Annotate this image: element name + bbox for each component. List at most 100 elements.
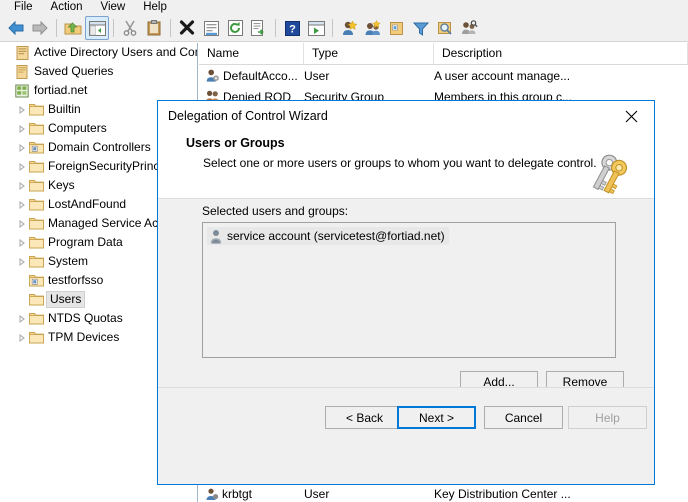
chevron-right-icon[interactable]: [16, 176, 28, 195]
dialog-subtext: Select one or more users or groups to wh…: [203, 156, 597, 170]
table-row[interactable]: krbtgt User Key Distribution Center ...: [199, 486, 688, 502]
sidebar-item-label: Builtin: [48, 102, 81, 116]
show-hide-console-tree-icon[interactable]: [85, 16, 109, 40]
column-header-type[interactable]: Type: [304, 43, 434, 64]
folder-icon: [28, 254, 44, 270]
sidebar-item-label: Users: [46, 291, 86, 308]
delete-icon[interactable]: [175, 16, 199, 40]
chevron-right-icon[interactable]: [16, 233, 28, 252]
new-user-icon[interactable]: [337, 16, 361, 40]
sidebar-item-label: NTDS Quotas: [48, 311, 123, 325]
folder-icon: [28, 197, 44, 213]
toolbar-separator: [56, 19, 57, 37]
sidebar-item-label: Active Directory Users and Computers: [34, 45, 197, 59]
dialog-title-bar[interactable]: Delegation of Control Wizard: [158, 101, 654, 131]
dialog-footer: < Back Next > Cancel Help: [158, 387, 654, 448]
cell-name: krbtgt: [222, 487, 253, 501]
menu-item-file[interactable]: File: [6, 1, 43, 15]
sidebar-item-label: Program Data: [48, 235, 123, 249]
run-icon[interactable]: [304, 16, 328, 40]
cell-type: User: [304, 68, 330, 83]
list-item-label: service account (servicetest@fortiad.net…: [227, 229, 445, 243]
column-header-name[interactable]: Name: [199, 43, 304, 64]
folder-icon: [28, 330, 44, 346]
chevron-right-icon[interactable]: [16, 328, 28, 347]
ou-icon: [28, 140, 44, 156]
sidebar-item-label: Keys: [48, 178, 75, 192]
chevron-right-icon[interactable]: [16, 138, 28, 157]
column-header-description[interactable]: Description: [434, 43, 688, 64]
sidebar-item-label: Computers: [48, 121, 107, 135]
svg-text:?: ?: [289, 23, 296, 35]
list-item[interactable]: service account (servicetest@fortiad.net…: [207, 227, 449, 245]
toolbar-separator: [170, 19, 171, 37]
back-button[interactable]: < Back: [325, 406, 404, 429]
sidebar-item-active-directory-users-and-computers[interactable]: Active Directory Users and Computers: [0, 43, 197, 62]
new-group-icon[interactable]: [361, 16, 385, 40]
forward-arrow-icon[interactable]: [28, 16, 52, 40]
user-icon: [205, 68, 220, 83]
console-root-icon: [14, 45, 30, 61]
cell-name: DefaultAcco...: [223, 68, 298, 83]
toolbar-separator: [332, 19, 333, 37]
sidebar-item-label: LostAndFound: [48, 197, 127, 211]
sidebar-item-saved-queries[interactable]: Saved Queries: [0, 62, 197, 81]
sidebar-item-label: TPM Devices: [48, 330, 120, 344]
back-arrow-icon[interactable]: [4, 16, 28, 40]
properties-icon[interactable]: [199, 16, 223, 40]
chevron-right-icon[interactable]: [16, 119, 28, 138]
menu-item-help[interactable]: Help: [135, 1, 177, 15]
cell-description: A user account manage...: [434, 68, 571, 83]
saved-query-icon[interactable]: [457, 16, 481, 40]
sidebar-item-fortiad-net[interactable]: fortiad.net: [0, 81, 197, 100]
dialog-header: Users or Groups Select one or more users…: [158, 131, 654, 198]
dialog-body: Selected users and groups: service accou…: [158, 199, 654, 448]
sidebar-item-label: testforfsso: [48, 273, 104, 287]
sidebar-item-label: Saved Queries: [34, 64, 114, 78]
cut-icon[interactable]: [118, 16, 142, 40]
folder-icon: [28, 292, 44, 308]
refresh-icon[interactable]: [223, 16, 247, 40]
sidebar-item-label: ForeignSecurityPrincip: [48, 159, 169, 173]
menu-item-view[interactable]: View: [93, 1, 136, 15]
chevron-right-icon[interactable]: [16, 214, 28, 233]
toolbar-separator: [275, 19, 276, 37]
chevron-right-icon[interactable]: [16, 100, 28, 119]
export-list-icon[interactable]: [247, 16, 271, 40]
user-icon: [205, 487, 219, 501]
new-container-icon[interactable]: [385, 16, 409, 40]
domain-icon: [14, 83, 30, 99]
ou-icon: [28, 273, 44, 289]
menu-bar: File Action View Help: [0, 0, 688, 15]
chevron-right-icon[interactable]: [16, 157, 28, 176]
folder-icon: [28, 311, 44, 327]
find-icon[interactable]: [433, 16, 457, 40]
selected-users-listbox[interactable]: service account (servicetest@fortiad.net…: [202, 222, 616, 358]
chevron-right-icon[interactable]: [16, 195, 28, 214]
help-button: Help: [568, 406, 647, 429]
saved-queries-icon: [14, 64, 30, 80]
up-folder-icon[interactable]: [61, 16, 85, 40]
user-account-icon: [209, 229, 223, 244]
chevron-right-icon[interactable]: [16, 309, 28, 328]
help-icon[interactable]: ?: [280, 16, 304, 40]
filter-icon[interactable]: [409, 16, 433, 40]
sidebar-item-label: System: [48, 254, 89, 268]
list-header: Name Type Description: [199, 43, 688, 65]
keys-icon: [586, 153, 632, 199]
table-row[interactable]: DefaultAcco... User A user account manage.…: [199, 65, 688, 86]
delegation-of-control-wizard-dialog: Delegation of Control Wizard Users or Gr…: [157, 100, 655, 485]
close-icon[interactable]: [609, 101, 654, 131]
cell-type: User: [304, 487, 330, 501]
cancel-button[interactable]: Cancel: [484, 406, 563, 429]
menu-item-action[interactable]: Action: [43, 1, 93, 15]
paste-icon[interactable]: [142, 16, 166, 40]
sidebar-item-label: Domain Controllers: [48, 140, 151, 154]
sidebar-item-label: Managed Service Acco: [48, 216, 171, 230]
next-button[interactable]: Next >: [397, 406, 476, 429]
selected-users-label: Selected users and groups:: [202, 204, 349, 218]
folder-icon: [28, 178, 44, 194]
chevron-right-icon[interactable]: [16, 252, 28, 271]
toolbar: ?: [0, 15, 688, 42]
